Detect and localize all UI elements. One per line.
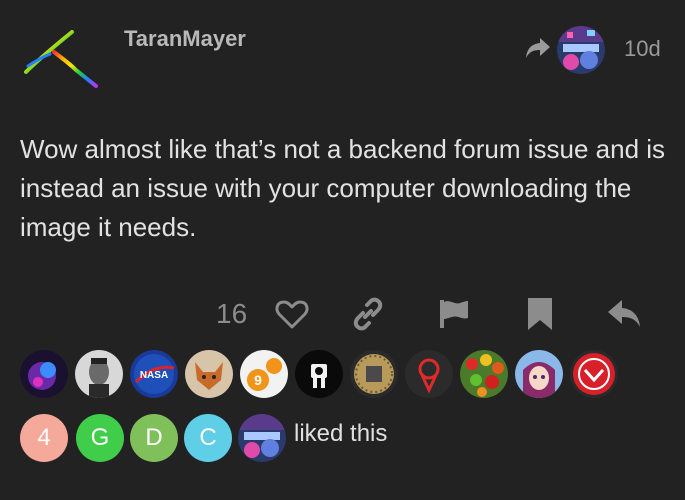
liker-avatar-anime[interactable] xyxy=(515,350,563,398)
liker-avatar-sudoku[interactable]: 9 xyxy=(240,350,288,398)
liker-avatar-letter[interactable]: C xyxy=(184,414,232,462)
liker-avatar-pin[interactable] xyxy=(405,350,453,398)
heart-icon[interactable] xyxy=(274,296,310,332)
post-body: Wow almost like that’s not a backend for… xyxy=(20,134,666,242)
liker-avatar-fox[interactable] xyxy=(185,350,233,398)
svg-text:NASA: NASA xyxy=(140,370,168,381)
liker-avatar-robot[interactable] xyxy=(295,350,343,398)
liker-avatar-badge[interactable] xyxy=(570,350,618,398)
flag-icon[interactable] xyxy=(436,296,472,332)
post: TaranMayer 10d Wow almost like that’s no… xyxy=(0,0,685,500)
liker-avatar-candy[interactable] xyxy=(460,350,508,398)
post-date[interactable]: 10d xyxy=(624,36,661,62)
link-icon[interactable] xyxy=(350,296,386,332)
liker-avatar-chip[interactable] xyxy=(350,350,398,398)
liker-avatar-letter[interactable]: D xyxy=(130,414,178,462)
liker-avatar-letter[interactable]: 4 xyxy=(20,414,68,462)
reply-icon[interactable] xyxy=(606,296,642,332)
user-avatar[interactable] xyxy=(20,28,104,92)
reply-to-icon[interactable] xyxy=(524,36,552,60)
liked-this-label: liked this xyxy=(294,420,388,447)
svg-text:9: 9 xyxy=(254,372,262,388)
reply-to-avatar[interactable] xyxy=(557,26,605,74)
liker-avatar-tesla[interactable] xyxy=(75,350,123,398)
like-count[interactable]: 16 xyxy=(216,298,247,330)
username[interactable]: TaranMayer xyxy=(124,26,246,52)
bookmark-icon[interactable] xyxy=(522,296,558,332)
liker-avatar-letter[interactable]: G xyxy=(76,414,124,462)
liker-avatar-nebula[interactable] xyxy=(20,350,68,398)
liker-avatar-nasa[interactable]: NASA xyxy=(130,350,178,398)
liker-avatar-space[interactable] xyxy=(238,414,286,462)
